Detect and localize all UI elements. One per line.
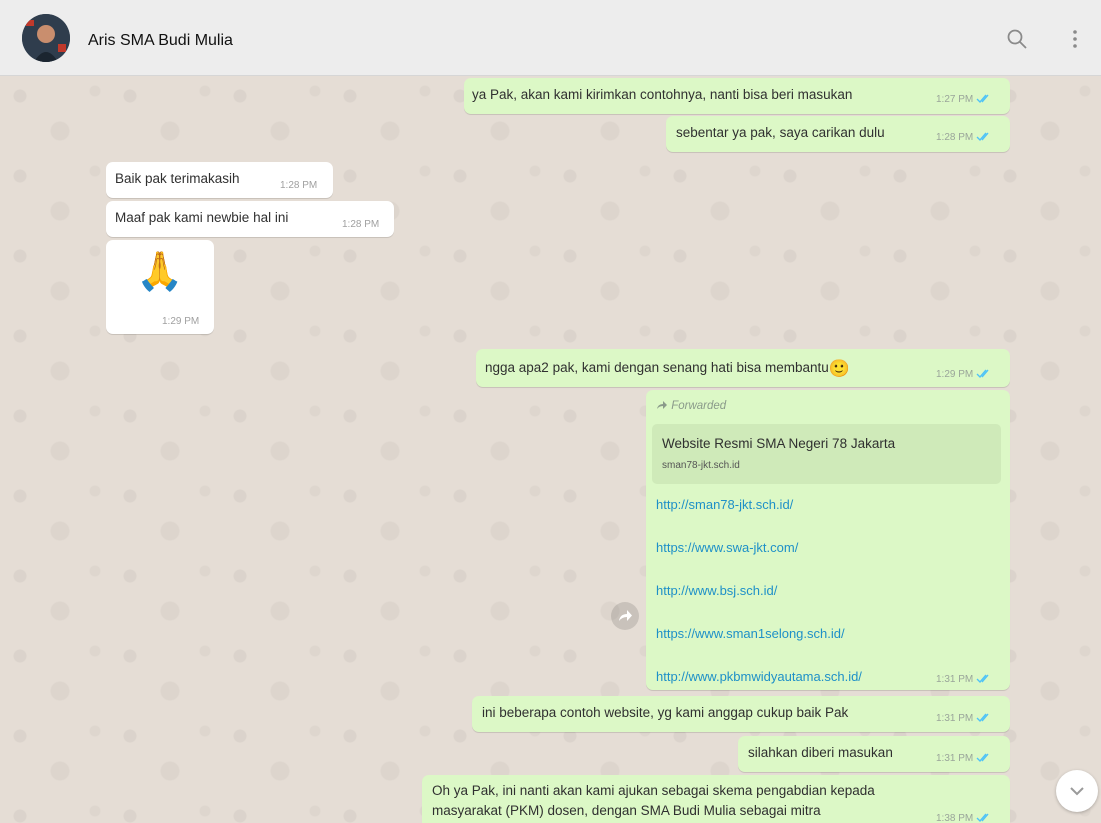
chevron-down-icon <box>1070 787 1084 796</box>
message-outgoing[interactable]: ini beberapa contoh website, yg kami ang… <box>472 696 1010 732</box>
link[interactable]: http://www.pkbmwidyautama.sch.id/ <box>656 669 862 684</box>
message-outgoing[interactable]: sebentar ya pak, saya carikan dulu 1:28 … <box>666 116 1010 152</box>
smile-emoji: 🙂 <box>828 359 850 378</box>
read-ticks-icon <box>976 132 989 142</box>
link-preview-title: Website Resmi SMA Negeri 78 Jakarta <box>662 436 896 451</box>
message-incoming[interactable]: Maaf pak kami newbie hal ini 1:28 PM <box>106 201 394 237</box>
search-icon[interactable] <box>1006 28 1028 50</box>
more-vert-icon[interactable] <box>1064 28 1086 50</box>
message-time: 1:31 PM <box>936 713 992 724</box>
read-ticks-icon <box>976 674 989 684</box>
message-incoming-emoji[interactable]: 🙏 1:29 PM <box>106 240 214 334</box>
message-outgoing[interactable]: ya Pak, akan kami kirimkan contohnya, na… <box>464 78 1010 114</box>
message-text: ini beberapa contoh website, yg kami ang… <box>482 705 849 720</box>
message-text: Maaf pak kami newbie hal ini <box>115 210 289 225</box>
link[interactable]: https://www.swa-jkt.com/ <box>656 540 798 555</box>
message-time: 1:28 PM <box>936 132 992 143</box>
chat-header: Aris SMA Budi Mulia <box>0 0 1101 76</box>
message-text: Baik pak terimakasih <box>115 171 240 186</box>
message-outgoing[interactable]: silahkan diberi masukan 1:31 PM <box>738 736 1010 772</box>
contact-avatar[interactable] <box>22 14 70 62</box>
message-text-line: Oh ya Pak, ini nanti akan kami ajukan se… <box>432 783 875 798</box>
link[interactable]: http://www.bsj.sch.id/ <box>656 583 777 598</box>
link[interactable]: http://sman78-jkt.sch.id/ <box>656 497 793 512</box>
message-time: 1:29 PM <box>162 316 200 327</box>
message-text-line: masyarakat (PKM) dosen, dengan SMA Budi … <box>432 803 821 818</box>
link[interactable]: https://www.sman1selong.sch.id/ <box>656 626 845 641</box>
link-preview[interactable]: Website Resmi SMA Negeri 78 Jakarta sman… <box>652 424 1001 484</box>
message-text: ngga apa2 pak, kami dengan senang hati b… <box>485 359 850 378</box>
message-time: 1:29 PM <box>936 369 992 380</box>
message-outgoing[interactable]: Oh ya Pak, ini nanti akan kami ajukan se… <box>422 775 1010 823</box>
scroll-down-button[interactable] <box>1056 770 1098 812</box>
read-ticks-icon <box>976 369 989 379</box>
forwarded-label: Forwarded <box>656 400 726 412</box>
message-text: sebentar ya pak, saya carikan dulu <box>676 125 885 140</box>
message-outgoing[interactable]: ngga apa2 pak, kami dengan senang hati b… <box>476 349 1010 387</box>
read-ticks-icon <box>976 753 989 763</box>
read-ticks-icon <box>976 813 989 823</box>
link-preview-domain: sman78-jkt.sch.id <box>662 460 740 471</box>
message-outgoing-forwarded[interactable]: Forwarded Website Resmi SMA Negeri 78 Ja… <box>646 390 1010 690</box>
message-text: ya Pak, akan kami kirimkan contohnya, na… <box>472 87 853 102</box>
message-time: 1:38 PM <box>936 813 992 823</box>
message-time: 1:28 PM <box>342 219 380 230</box>
forwarded-arrow-icon <box>657 401 667 409</box>
chat-area[interactable]: ya Pak, akan kami kirimkan contohnya, na… <box>0 76 1101 823</box>
contact-name[interactable]: Aris SMA Budi Mulia <box>88 32 233 50</box>
message-time: 1:28 PM <box>280 180 318 191</box>
message-incoming[interactable]: Baik pak terimakasih 1:28 PM <box>106 162 333 198</box>
read-ticks-icon <box>976 713 989 723</box>
message-text: silahkan diberi masukan <box>748 745 893 760</box>
folded-hands-emoji: 🙏 <box>136 251 184 293</box>
message-time: 1:27 PM <box>936 94 992 105</box>
read-ticks-icon <box>976 94 989 104</box>
message-time: 1:31 PM <box>936 674 992 685</box>
message-time: 1:31 PM <box>936 753 992 764</box>
share-icon[interactable] <box>611 602 639 630</box>
